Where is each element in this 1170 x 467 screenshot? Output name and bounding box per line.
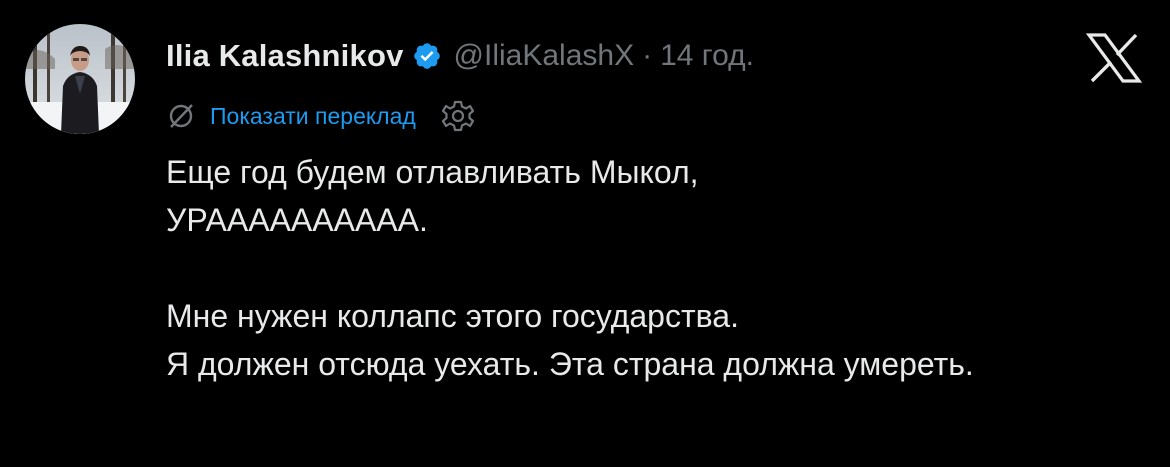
timestamp[interactable]: 14 год. [660,39,754,73]
translate-row: Показати переклад [166,96,476,136]
tweet-line-1: Еще год будем отлавливать Мыкол, [166,154,699,190]
user-handle[interactable]: @IliaKalashX [454,39,635,73]
separator-dot: · [642,39,653,72]
x-logo-icon [1085,33,1143,83]
tweet-header: Ilia Kalashnikov @IliaKalashX · 14 год. [166,34,754,78]
no-translate-icon [166,101,196,131]
tweet-card: Ilia Kalashnikov @IliaKalashX · 14 год. … [0,0,1170,467]
show-translation-link[interactable]: Показати переклад [210,103,416,130]
tweet-line-3: Мне нужен коллапс этого государства. [166,298,739,334]
tweet-text: Еще год будем отлавливать Мыкол, УРААААА… [166,148,1146,388]
verified-badge-icon [412,41,442,71]
display-name[interactable]: Ilia Kalashnikov [166,38,404,74]
avatar[interactable] [25,24,135,134]
tweet-line-4: Я должен отсюда уехать. Эта страна должн… [166,346,974,382]
gear-icon[interactable] [440,98,476,134]
tweet-line-2: УРАААААААААА. [166,202,428,238]
